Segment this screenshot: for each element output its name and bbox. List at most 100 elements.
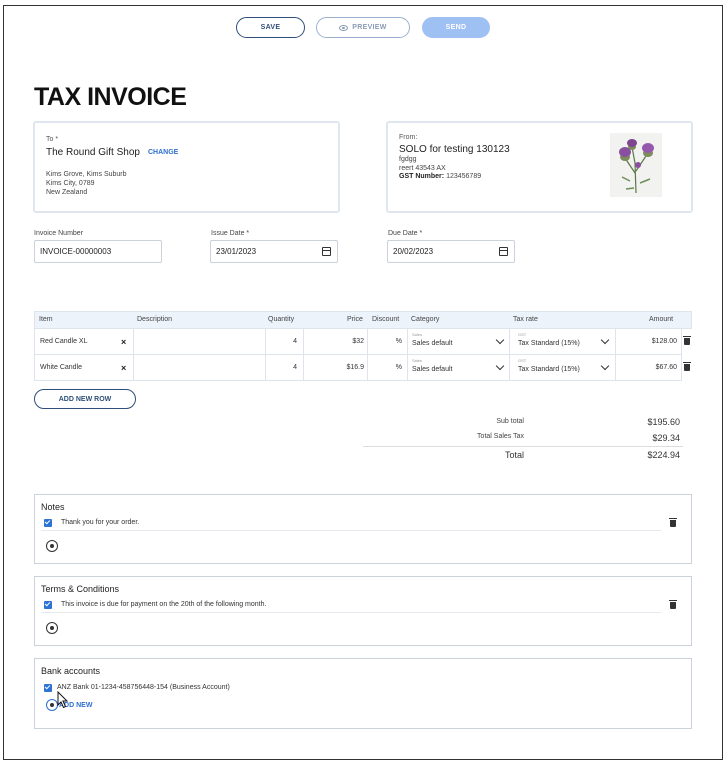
item-name: Red Candle XL <box>40 338 88 345</box>
send-button[interactable]: SEND <box>422 17 490 38</box>
tax-value: Tax Standard (15%) <box>518 366 580 373</box>
chevron-down-icon <box>495 335 505 345</box>
terms-item: This invoice is due for payment on the 2… <box>41 598 661 613</box>
description-cell[interactable] <box>134 329 266 354</box>
item-cell[interactable]: Red Candle XL × <box>35 329 134 354</box>
price-value: $32 <box>352 338 364 345</box>
price-cell[interactable]: $16.9 <box>304 355 368 380</box>
price-value: $16.9 <box>346 364 364 371</box>
invoice-number-value: INVOICE-00000003 <box>40 247 112 256</box>
send-label: SEND <box>445 24 467 31</box>
subtotal-label: Sub total <box>496 418 524 425</box>
due-date-label: Due Date * <box>388 230 423 237</box>
quantity-value: 4 <box>293 338 297 345</box>
category-caption: Sales <box>412 358 423 363</box>
due-date-input[interactable]: 20/02/2023 <box>387 240 515 263</box>
subtotal-value: $195.60 <box>647 417 680 427</box>
business-name: SOLO for testing 130123 <box>399 144 510 155</box>
description-cell[interactable] <box>134 355 266 380</box>
calendar-icon[interactable] <box>499 247 508 256</box>
toolbar: SAVE PREVIEW SEND <box>0 17 728 39</box>
save-label: SAVE <box>260 24 281 31</box>
change-customer-link[interactable]: CHANGE <box>148 149 178 156</box>
discount-value: % <box>395 364 402 371</box>
discount-cell[interactable]: % <box>368 329 408 354</box>
issue-date-label: Issue Date * <box>211 230 250 237</box>
eye-icon <box>339 24 349 31</box>
total-value: $224.94 <box>647 450 680 460</box>
total-label: Total <box>504 450 524 460</box>
gst-value: 123456789 <box>446 173 482 180</box>
invoice-number-label: Invoice Number <box>34 230 84 237</box>
tax-rate-select[interactable]: GST Tax Standard (15%) <box>510 329 616 354</box>
address-line: Kims City, 0789 <box>46 180 95 187</box>
bank-accounts-section: Bank accounts ANZ Bank 01-1234-458756448… <box>34 658 692 729</box>
due-date-value: 20/02/2023 <box>393 247 434 256</box>
chevron-down-icon <box>600 335 610 345</box>
to-label: To * <box>46 136 59 143</box>
col-category: Category <box>411 316 440 323</box>
col-amount: Amount <box>649 316 674 323</box>
terms-checkbox[interactable] <box>44 601 52 609</box>
terms-text[interactable]: This invoice is due for payment on the 2… <box>61 601 266 608</box>
tax-rate-select[interactable]: GST Tax Standard (15%) <box>510 355 616 380</box>
mouse-cursor-icon <box>57 691 69 709</box>
to-card[interactable]: To * The Round Gift Shop CHANGE Kims Gro… <box>33 121 340 213</box>
item-name: White Candle <box>40 364 83 371</box>
issue-date-value: 23/01/2023 <box>216 247 257 256</box>
quantity-cell[interactable]: 4 <box>266 355 304 380</box>
add-new-row-label: ADD NEW ROW <box>58 395 112 403</box>
gst-number: GST Number: 123456789 <box>399 173 481 180</box>
preview-button[interactable]: PREVIEW <box>316 17 410 38</box>
col-price: Price <box>347 316 363 323</box>
bank-title: Bank accounts <box>41 666 101 676</box>
trash-icon[interactable] <box>683 336 691 345</box>
clear-icon[interactable]: × <box>121 363 126 373</box>
add-circle-icon[interactable] <box>46 540 58 552</box>
add-new-row-button[interactable]: ADD NEW ROW <box>34 389 136 409</box>
tax-caption: GST <box>518 358 527 363</box>
notes-section: Notes Thank you for your order. <box>34 494 692 564</box>
add-circle-icon[interactable] <box>46 622 58 634</box>
business-line: fgdgg <box>399 156 417 163</box>
discount-cell[interactable]: % <box>368 355 408 380</box>
bank-account-text[interactable]: ANZ Bank 01-1234-458756448-154 (Business… <box>57 684 230 691</box>
discount-value: % <box>395 338 402 345</box>
bank-item: ANZ Bank 01-1234-458756448-154 (Business… <box>41 681 661 696</box>
category-caption: Sales <box>412 332 423 337</box>
notes-text[interactable]: Thank you for your order. <box>61 519 139 526</box>
trash-icon[interactable] <box>669 518 677 527</box>
invoice-number-input[interactable]: INVOICE-00000003 <box>34 240 162 263</box>
quantity-cell[interactable]: 4 <box>266 329 304 354</box>
bank-checkbox[interactable] <box>44 684 52 692</box>
issue-date-input[interactable]: 23/01/2023 <box>210 240 338 263</box>
totals-divider <box>363 446 683 447</box>
category-select[interactable]: Sales Sales default <box>408 355 510 380</box>
amount-value: $67.60 <box>655 364 677 371</box>
price-cell[interactable]: $32 <box>304 329 368 354</box>
trash-icon[interactable] <box>683 362 691 371</box>
col-tax-rate: Tax rate <box>513 316 538 323</box>
preview-label: PREVIEW <box>352 24 387 31</box>
gst-label: GST Number: <box>399 173 445 180</box>
category-value: Sales default <box>412 340 453 347</box>
save-button[interactable]: SAVE <box>236 17 305 38</box>
col-description: Description <box>137 316 173 323</box>
quantity-value: 4 <box>293 364 297 371</box>
from-card[interactable]: From: SOLO for testing 130123 fgdgg reer… <box>386 121 693 213</box>
amount-cell: $67.60 <box>616 355 682 380</box>
trash-icon[interactable] <box>669 600 677 609</box>
thistle-flower-image <box>610 133 662 197</box>
category-select[interactable]: Sales Sales default <box>408 329 510 354</box>
item-cell[interactable]: White Candle × <box>35 355 134 380</box>
amount-value: $128.00 <box>651 338 677 345</box>
from-label: From: <box>399 134 418 141</box>
notes-title: Notes <box>41 502 65 512</box>
tax-caption: GST <box>518 332 527 337</box>
notes-checkbox[interactable] <box>44 519 52 527</box>
sales-tax-value: $29.34 <box>652 433 680 443</box>
customer-address: Kims Grove, Kims Suburb Kims City, 0789 … <box>46 170 127 197</box>
calendar-icon[interactable] <box>322 247 331 256</box>
table-row: Red Candle XL × 4 $32 % Sales Sales defaul… <box>34 329 682 355</box>
clear-icon[interactable]: × <box>121 337 126 347</box>
